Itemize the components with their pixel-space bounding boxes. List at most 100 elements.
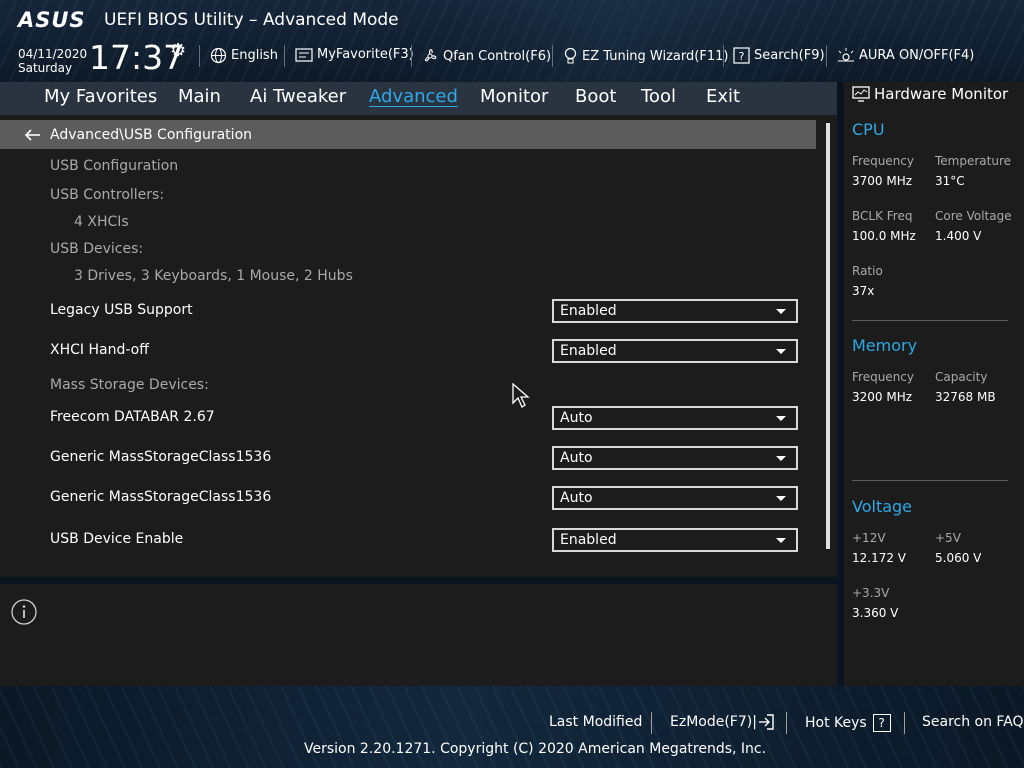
dropdown-value: Auto bbox=[560, 410, 593, 426]
tab-monitor[interactable]: Monitor bbox=[480, 86, 548, 107]
memory-capacity-label: Capacity bbox=[935, 370, 988, 384]
hot-keys-label: Hot Keys bbox=[805, 715, 867, 731]
aura-icon bbox=[838, 48, 854, 62]
asus-logo: ASUS bbox=[18, 8, 86, 32]
scrollbar[interactable] bbox=[826, 123, 830, 549]
freecom-databar-dropdown[interactable]: Auto bbox=[552, 406, 798, 430]
app-title: UEFI BIOS Utility – Advanced Mode bbox=[104, 10, 399, 30]
v33-label: +3.3V bbox=[852, 586, 890, 600]
dropdown-value: Enabled bbox=[560, 343, 617, 359]
qfan-control-button[interactable]: Qfan Control(F6) bbox=[421, 47, 551, 65]
v12-label: +12V bbox=[852, 531, 886, 545]
setting-label: Legacy USB Support bbox=[50, 302, 193, 318]
bulb-icon bbox=[564, 47, 577, 64]
dropdown-value: Enabled bbox=[560, 532, 617, 548]
v5-label: +5V bbox=[935, 531, 961, 545]
v12-value: 12.172 V bbox=[852, 551, 907, 565]
usb-controllers-value: 4 XHCIs bbox=[74, 214, 129, 230]
last-modified-label: Last Modified bbox=[549, 714, 643, 730]
day-text: Saturday bbox=[18, 61, 73, 75]
language-button[interactable]: English bbox=[210, 47, 278, 64]
hardware-monitor-header: Hardware Monitor bbox=[844, 82, 1024, 106]
setting-label: XHCI Hand-off bbox=[50, 342, 149, 358]
usb-devices-label: USB Devices: bbox=[50, 241, 144, 257]
dropdown-arrow-icon bbox=[776, 309, 786, 314]
setting-label: Generic MassStorageClass1536 bbox=[50, 449, 272, 465]
ezmode-button[interactable]: EzMode(F7)| bbox=[670, 714, 774, 730]
xhci-handoff-dropdown[interactable]: Enabled bbox=[552, 339, 798, 363]
divider bbox=[411, 45, 412, 67]
ezmode-label: EzMode(F7)| bbox=[670, 714, 757, 730]
generic-mass-storage-2-dropdown[interactable]: Auto bbox=[552, 486, 798, 510]
tab-boot[interactable]: Boot bbox=[575, 86, 616, 107]
last-modified-button[interactable]: Last Modified bbox=[549, 714, 642, 730]
usb-device-enable-dropdown[interactable]: Enabled bbox=[552, 528, 798, 552]
back-arrow-icon[interactable] bbox=[24, 128, 41, 141]
dropdown-arrow-icon bbox=[776, 456, 786, 461]
dropdown-value: Auto bbox=[560, 450, 593, 466]
hot-keys-button[interactable]: Hot Keys ? bbox=[805, 714, 891, 732]
legacy-usb-support-dropdown[interactable]: Enabled bbox=[552, 299, 798, 323]
footer-bar: Last Modified EzMode(F7)| Hot Keys ? Sea… bbox=[0, 686, 1024, 768]
cpu-frequency-value: 3700 MHz bbox=[852, 174, 913, 188]
search-faq-button[interactable]: Search on FAQ bbox=[922, 714, 1024, 730]
dropdown-arrow-icon bbox=[776, 538, 786, 543]
myfavorite-button[interactable]: MyFavorite(F3) bbox=[295, 47, 414, 62]
bclk-value: 100.0 MHz bbox=[852, 229, 916, 243]
v5-value: 5.060 V bbox=[935, 551, 982, 565]
info-icon bbox=[11, 599, 37, 625]
ez-tuning-wizard-label: EZ Tuning Wizard(F11) bbox=[582, 48, 729, 64]
setting-label: Generic MassStorageClass1536 bbox=[50, 489, 272, 505]
favorite-icon bbox=[295, 47, 313, 62]
memory-section-title: Memory bbox=[852, 336, 918, 355]
ratio-value: 37x bbox=[852, 284, 875, 298]
search-button[interactable]: ? Search(F9) bbox=[733, 47, 825, 64]
divider bbox=[786, 712, 787, 734]
cpu-temperature-label: Temperature bbox=[935, 154, 1012, 168]
v33-value: 3.360 V bbox=[852, 606, 899, 620]
main-nav: My Favorites Main Ai Tweaker Advanced Mo… bbox=[0, 82, 837, 115]
dropdown-value: Auto bbox=[560, 490, 593, 506]
language-label: English bbox=[231, 48, 278, 63]
svg-text:?: ? bbox=[739, 50, 745, 63]
cpu-section-title: CPU bbox=[852, 120, 885, 139]
setting-label: USB Device Enable bbox=[50, 531, 184, 547]
tab-main[interactable]: Main bbox=[178, 86, 221, 107]
settings-panel: Advanced\USB Configuration USB Configura… bbox=[0, 115, 837, 577]
tab-exit[interactable]: Exit bbox=[706, 86, 740, 107]
tab-my-favorites[interactable]: My Favorites bbox=[44, 86, 157, 107]
dropdown-arrow-icon bbox=[776, 416, 786, 421]
usb-devices-value: 3 Drives, 3 Keyboards, 1 Mouse, 2 Hubs bbox=[74, 268, 353, 284]
tab-tool[interactable]: Tool bbox=[641, 86, 676, 107]
generic-mass-storage-1-dropdown[interactable]: Auto bbox=[552, 446, 798, 470]
divider bbox=[852, 320, 1008, 321]
mouse-cursor-icon bbox=[512, 383, 530, 408]
usb-controllers-label: USB Controllers: bbox=[50, 187, 165, 203]
help-panel bbox=[0, 584, 837, 686]
memory-capacity-value: 32768 MB bbox=[935, 390, 996, 404]
aura-label: AURA ON/OFF(F4) bbox=[859, 47, 975, 63]
divider bbox=[904, 712, 905, 734]
tab-advanced[interactable]: Advanced bbox=[369, 86, 458, 107]
header-bar: ASUS UEFI BIOS Utility – Advanced Mode 0… bbox=[0, 0, 1024, 82]
help-key-icon: ? bbox=[872, 714, 891, 732]
divider bbox=[723, 45, 724, 67]
divider bbox=[284, 45, 285, 67]
divider bbox=[199, 45, 200, 67]
cpu-temperature-value: 31°C bbox=[935, 174, 965, 188]
divider bbox=[826, 45, 827, 67]
aura-toggle-button[interactable]: AURA ON/OFF(F4) bbox=[837, 47, 974, 63]
divider bbox=[651, 712, 652, 734]
cpu-frequency-label: Frequency bbox=[852, 154, 914, 168]
dropdown-value: Enabled bbox=[560, 303, 617, 319]
exit-arrow-icon bbox=[758, 714, 774, 730]
qfan-control-label: Qfan Control(F6) bbox=[443, 48, 552, 64]
ez-tuning-wizard-button[interactable]: EZ Tuning Wizard(F11) bbox=[563, 47, 728, 65]
globe-icon bbox=[210, 47, 227, 64]
memory-frequency-value: 3200 MHz bbox=[852, 390, 913, 404]
time-settings-gear-icon[interactable]: ⚙ bbox=[170, 40, 186, 61]
search-label: Search(F9) bbox=[754, 48, 825, 63]
tab-ai-tweaker[interactable]: Ai Tweaker bbox=[250, 86, 346, 107]
memory-frequency-label: Frequency bbox=[852, 370, 914, 384]
voltage-section-title: Voltage bbox=[852, 497, 913, 516]
